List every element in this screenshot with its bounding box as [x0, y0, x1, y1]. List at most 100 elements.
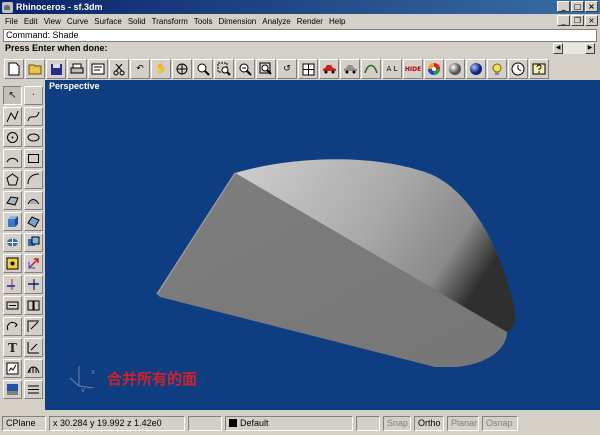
menu-bar: File Edit View Curve Surface Solid Trans… [0, 14, 600, 28]
maximize-button[interactable]: □ [571, 1, 584, 12]
title-bar: Rhinoceros - sf.3dm _ □ × [0, 0, 600, 14]
menu-tools[interactable]: Tools [192, 17, 217, 26]
menu-analyze[interactable]: Analyze [260, 17, 294, 26]
status-layer[interactable]: Default [225, 416, 353, 431]
transform-arrow-icon[interactable] [24, 254, 43, 273]
viewport-caption: 合并所有的面 [107, 370, 198, 388]
mesh-icon[interactable] [3, 233, 22, 252]
status-coordinates: x 30.284 y 19.992 z 1.42e0 [49, 416, 185, 431]
doc-restore-button[interactable]: ❐ [571, 15, 584, 26]
polygon-icon[interactable] [3, 170, 22, 189]
status-layer-name: Default [240, 418, 269, 428]
curve-icon[interactable] [24, 107, 43, 126]
ellipse-icon[interactable] [24, 128, 43, 147]
menu-dimension[interactable]: Dimension [216, 17, 260, 26]
color-wheel-icon[interactable] [424, 59, 444, 79]
cut-copy-icon[interactable] [109, 59, 129, 79]
menu-solid[interactable]: Solid [126, 17, 150, 26]
status-bar: CPlane x 30.284 y 19.992 z 1.42e0 Defaul… [0, 412, 600, 435]
status-cplane[interactable]: CPlane [2, 416, 46, 431]
scroll-right-icon[interactable]: ▶ [585, 43, 595, 54]
menu-help[interactable]: Help [327, 17, 349, 26]
menu-file[interactable]: File [3, 17, 22, 26]
command-history: Command: Shade [3, 29, 597, 42]
properties-icon[interactable] [88, 59, 108, 79]
solid-tools-icon[interactable] [24, 212, 43, 231]
status-planar[interactable]: Planar [447, 416, 479, 431]
zoom-window-icon[interactable] [214, 59, 234, 79]
status-spacer [188, 416, 222, 431]
zoom-selected-icon[interactable] [256, 59, 276, 79]
status-snap[interactable]: Snap [383, 416, 411, 431]
save-icon[interactable] [46, 59, 66, 79]
menu-surface[interactable]: Surface [92, 17, 126, 26]
polyline-icon[interactable] [3, 107, 22, 126]
render-sphere-icon[interactable] [466, 59, 486, 79]
perspective-viewport[interactable]: Perspective x y 合并所有的面 [45, 80, 600, 410]
doc-close-button[interactable]: × [585, 15, 598, 26]
point-edit-icon[interactable] [3, 254, 22, 273]
doc-minimize-button[interactable]: _ [557, 15, 570, 26]
boolean-icon[interactable] [24, 233, 43, 252]
scroll-track[interactable] [563, 43, 585, 54]
window-title: Rhinoceros - sf.3dm [16, 2, 103, 12]
join-icon[interactable] [24, 296, 43, 315]
status-osnap[interactable]: Osnap [482, 416, 518, 431]
clock-icon[interactable] [508, 59, 528, 79]
close-button[interactable]: × [585, 1, 598, 12]
hide-icon[interactable]: HIDE [403, 59, 423, 79]
split-icon[interactable] [24, 275, 43, 294]
select-arrow-icon[interactable]: ↖ [3, 86, 22, 105]
pan-icon[interactable]: ✋ [151, 59, 171, 79]
menu-curve[interactable]: Curve [65, 17, 92, 26]
surface-icon[interactable] [3, 191, 22, 210]
rotate-icon[interactable] [3, 317, 22, 336]
scale-icon[interactable] [24, 317, 43, 336]
help-icon[interactable] [529, 59, 549, 79]
render-viewport-icon[interactable] [3, 380, 22, 399]
light-icon[interactable] [487, 59, 507, 79]
arc-icon[interactable] [3, 149, 22, 168]
menu-view[interactable]: View [42, 17, 65, 26]
status-empty [356, 416, 380, 431]
four-viewports-icon[interactable] [298, 59, 318, 79]
main-toolbar: ↶ ✋ ↺ A L HIDE [4, 58, 550, 80]
menu-edit[interactable]: Edit [22, 17, 42, 26]
analyze-icon[interactable] [3, 359, 22, 378]
zoom-dynamic-icon[interactable] [193, 59, 213, 79]
material-sphere-icon[interactable] [445, 59, 465, 79]
rotate-view-icon[interactable] [172, 59, 192, 79]
minimize-button[interactable]: _ [557, 1, 570, 12]
move-icon[interactable] [3, 275, 22, 294]
command-prompt[interactable]: Press Enter when done: [3, 42, 597, 56]
render-car-icon[interactable] [340, 59, 360, 79]
car-shade-icon[interactable] [319, 59, 339, 79]
curve-from-object-icon[interactable] [24, 170, 43, 189]
select-all-icon[interactable]: A L [382, 59, 402, 79]
point-icon[interactable]: · [24, 86, 43, 105]
zoom-extents-icon[interactable] [235, 59, 255, 79]
open-folder-icon[interactable] [25, 59, 45, 79]
curve-tool-icon[interactable] [361, 59, 381, 79]
curvature-icon[interactable] [24, 359, 43, 378]
status-ortho[interactable]: Ortho [414, 416, 444, 431]
print-icon[interactable] [67, 59, 87, 79]
menu-transform[interactable]: Transform [150, 17, 192, 26]
undo-view-icon[interactable]: ↺ [277, 59, 297, 79]
circle-icon[interactable] [3, 128, 22, 147]
layout-icon[interactable] [24, 380, 43, 399]
snap-grid-icon[interactable] [24, 338, 43, 357]
loft-icon[interactable] [24, 191, 43, 210]
scroll-left-icon[interactable]: ◀ [553, 43, 563, 54]
new-file-icon[interactable] [4, 59, 24, 79]
window-controls: _ □ × [557, 1, 598, 12]
menu-render[interactable]: Render [295, 17, 327, 26]
dimension-icon[interactable] [3, 296, 22, 315]
text-icon[interactable]: T [3, 338, 22, 357]
box-solid-icon[interactable] [3, 212, 22, 231]
world-axis-icon: x y [69, 366, 95, 392]
rectangle-icon[interactable] [24, 149, 43, 168]
undo-icon[interactable]: ↶ [130, 59, 150, 79]
rhino-app-icon[interactable] [2, 1, 13, 13]
shaded-solid-model[interactable] [45, 80, 600, 410]
